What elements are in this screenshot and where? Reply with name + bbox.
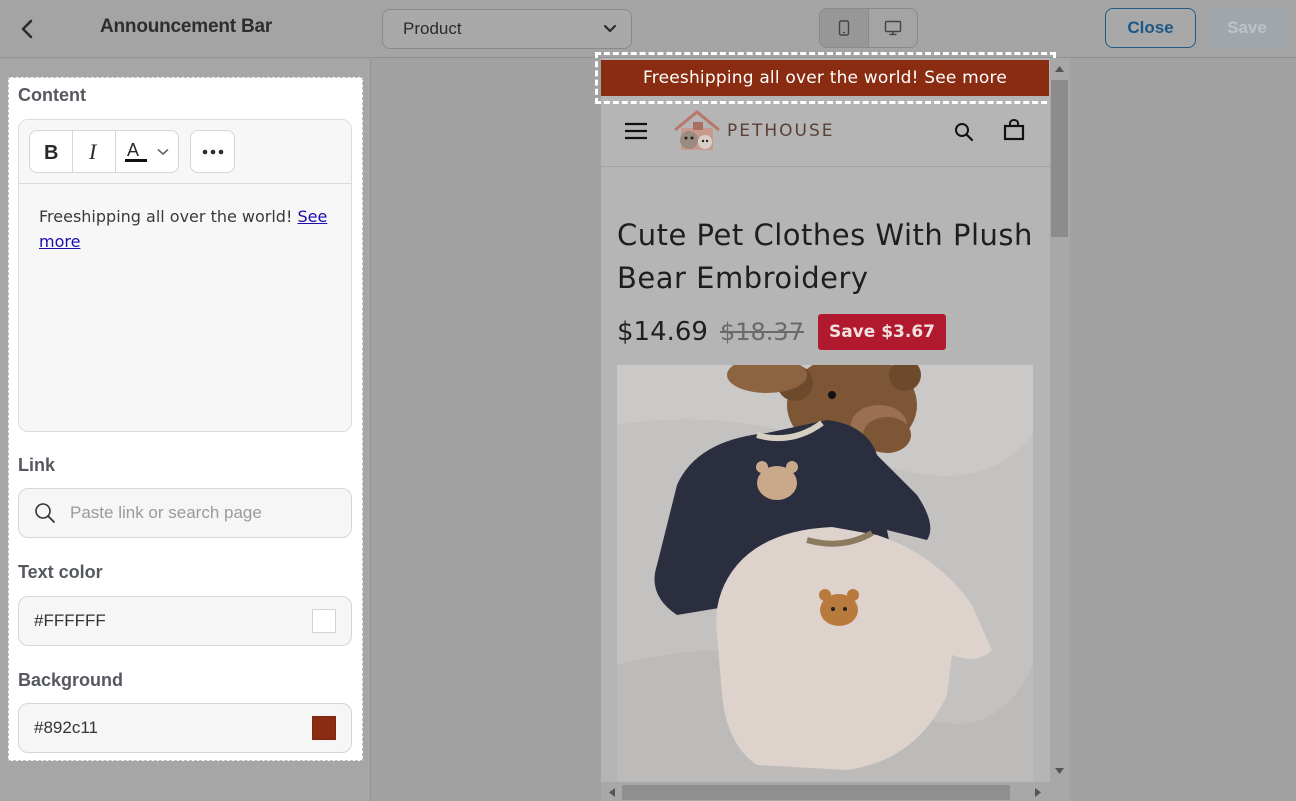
scroll-right-icon[interactable] (1035, 788, 1041, 797)
top-bar: Announcement Bar Product Close Save (0, 0, 1296, 58)
horizontal-scroll-thumb[interactable] (622, 785, 1010, 800)
search-icon[interactable] (954, 122, 974, 142)
text-color-icon: A (125, 140, 147, 162)
save-badge: Save $3.67 (817, 314, 946, 350)
link-input-box (18, 488, 352, 538)
preview-frame: PETHOUSE Cute Pet Clothes With Plush Bea… (601, 58, 1050, 801)
svg-text:I: I (88, 142, 98, 162)
background-label: Background (18, 670, 124, 690)
page-title: Announcement Bar (100, 16, 273, 37)
editor-text: Freeshipping all over the world! (39, 207, 298, 226)
background-color-field (18, 703, 352, 753)
chevron-down-icon (157, 148, 169, 155)
announcement-bar-preview[interactable]: Freeshipping all over the world! See mor… (601, 60, 1049, 96)
product-title: Cute Pet Clothes With Plush Bear Embroid… (617, 218, 1033, 295)
chevron-left-icon (21, 19, 33, 39)
mobile-view-button[interactable] (820, 9, 869, 47)
product-image[interactable] (617, 365, 1033, 781)
settings-panel: Content B I A Freeshipping all over the … (8, 77, 363, 761)
search-icon (35, 503, 55, 523)
text-color-field (18, 596, 352, 646)
text-color-button[interactable]: A (116, 131, 178, 172)
svg-text:B: B (44, 142, 58, 162)
price: $14.69 (617, 317, 708, 347)
link-input[interactable] (70, 503, 351, 523)
product-photo (617, 365, 1033, 781)
text-color-label: Text color (18, 562, 103, 582)
content-label: Content (18, 85, 86, 105)
scroll-left-icon[interactable] (609, 788, 615, 797)
bold-icon: B (44, 142, 58, 162)
link-label: Link (18, 455, 56, 475)
device-toggle (819, 8, 918, 48)
template-select-value: Product (403, 19, 462, 38)
editor-toolbar: B I A (19, 120, 351, 184)
svg-text:A: A (127, 140, 139, 160)
italic-button[interactable]: I (73, 131, 116, 172)
more-horizontal-icon (202, 149, 223, 154)
desktop-icon (884, 20, 902, 36)
mobile-icon (838, 20, 850, 36)
menu-icon[interactable] (625, 122, 647, 140)
brand-name[interactable]: PETHOUSE (727, 121, 835, 141)
back-button[interactable] (10, 12, 44, 46)
rich-text-editor: B I A Freeshipping all over the world! S… (18, 119, 352, 432)
shopping-bag-icon[interactable] (1003, 119, 1025, 141)
compare-price: $18.37 (719, 318, 804, 346)
pethouse-logo-icon[interactable] (671, 108, 723, 154)
scroll-down-icon[interactable] (1055, 768, 1064, 774)
text-color-swatch[interactable] (312, 609, 336, 633)
vertical-scroll-thumb[interactable] (1051, 80, 1068, 237)
close-button[interactable]: Close (1105, 8, 1196, 48)
save-button[interactable]: Save (1205, 8, 1289, 48)
template-select[interactable]: Product (382, 9, 632, 49)
bold-button[interactable]: B (30, 131, 73, 172)
store-header: PETHOUSE (601, 96, 1050, 167)
chevron-down-icon (603, 24, 617, 33)
scroll-up-icon[interactable] (1055, 66, 1064, 72)
editor-content[interactable]: Freeshipping all over the world! See mor… (19, 184, 351, 274)
italic-icon: I (88, 142, 98, 162)
background-color-swatch[interactable] (312, 716, 336, 740)
text-color-input[interactable] (34, 611, 312, 631)
format-button-group: B I A (29, 130, 179, 173)
price-row: $14.69 $18.37 Save $3.67 (617, 314, 946, 350)
more-options-button[interactable] (190, 130, 235, 173)
background-color-input[interactable] (34, 718, 312, 738)
desktop-view-button[interactable] (869, 9, 917, 47)
